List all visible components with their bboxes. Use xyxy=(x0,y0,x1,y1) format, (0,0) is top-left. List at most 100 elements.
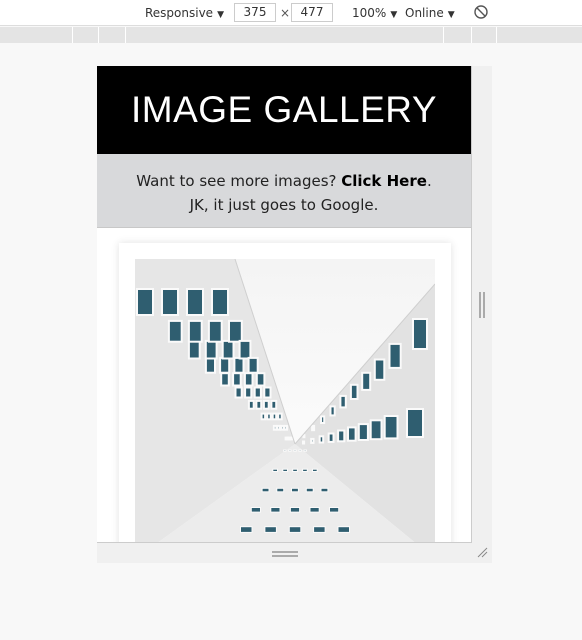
media-query-bar[interactable] xyxy=(0,27,582,43)
window xyxy=(305,487,314,493)
window xyxy=(282,468,289,472)
window xyxy=(318,435,325,444)
media-query-segment[interactable] xyxy=(125,27,126,43)
chevron-down-icon: ▼ xyxy=(447,10,455,20)
window xyxy=(247,356,259,374)
window xyxy=(302,468,308,472)
window xyxy=(292,468,298,472)
media-query-segment[interactable] xyxy=(72,27,73,43)
width-input[interactable]: 375 xyxy=(234,3,276,22)
device-toolbar: Responsive ▼ 375 × 477 100% ▼ Online ▼ xyxy=(0,0,582,26)
height-input[interactable]: 477 xyxy=(291,3,333,22)
window xyxy=(219,356,231,374)
page-title: IMAGE GALLERY xyxy=(130,89,438,130)
window xyxy=(329,507,340,513)
window xyxy=(406,408,424,438)
window xyxy=(255,399,263,410)
window xyxy=(244,386,253,399)
window xyxy=(329,405,336,417)
window xyxy=(311,424,316,432)
window xyxy=(313,526,326,533)
window xyxy=(204,356,217,374)
window xyxy=(272,468,279,472)
window xyxy=(243,372,254,387)
zoom-select-label: 100% xyxy=(352,6,387,20)
window xyxy=(349,383,359,401)
window xyxy=(186,288,204,316)
window xyxy=(383,415,399,440)
window xyxy=(337,429,346,443)
window xyxy=(187,339,201,360)
window xyxy=(339,394,347,409)
network-throttle-label: Online xyxy=(405,6,444,20)
window xyxy=(187,319,203,343)
window xyxy=(161,288,179,316)
window xyxy=(373,358,386,381)
window xyxy=(312,468,318,472)
window xyxy=(298,449,302,452)
window xyxy=(250,507,262,513)
notice-banner: Want to see more images? Click Here. JK,… xyxy=(97,154,471,228)
window xyxy=(361,371,372,391)
window xyxy=(288,449,292,452)
click-here-link[interactable]: Click Here xyxy=(341,172,427,190)
window xyxy=(303,449,307,452)
window xyxy=(412,318,428,350)
rotate-icon[interactable] xyxy=(473,4,489,20)
window xyxy=(337,526,350,533)
window xyxy=(204,339,218,360)
window xyxy=(289,507,301,513)
window xyxy=(347,426,357,442)
window xyxy=(290,436,294,441)
window xyxy=(255,372,266,387)
resize-handle-icon[interactable] xyxy=(476,546,488,558)
window xyxy=(207,319,223,343)
window xyxy=(271,412,278,421)
window xyxy=(276,424,281,431)
media-query-segment[interactable] xyxy=(471,27,472,43)
window xyxy=(232,372,242,387)
media-query-segment[interactable] xyxy=(443,27,444,43)
window xyxy=(276,487,285,493)
window xyxy=(270,507,281,513)
window xyxy=(272,424,278,431)
window xyxy=(234,386,243,399)
window xyxy=(283,449,287,452)
gallery xyxy=(97,228,471,542)
resize-handle-bottom[interactable] xyxy=(272,551,298,557)
window xyxy=(310,437,315,444)
window xyxy=(293,449,297,452)
chevron-down-icon: ▼ xyxy=(390,10,398,20)
zoom-select[interactable]: 100% ▼ xyxy=(352,4,397,22)
window xyxy=(247,399,255,410)
device-select[interactable]: Responsive ▼ xyxy=(145,4,224,22)
window xyxy=(266,412,272,421)
network-throttle-select[interactable]: Online ▼ xyxy=(405,4,455,22)
window xyxy=(263,386,272,399)
window xyxy=(167,319,183,343)
window xyxy=(233,356,245,374)
window xyxy=(302,434,306,439)
window xyxy=(220,372,230,387)
window xyxy=(136,288,154,316)
window xyxy=(228,319,243,343)
media-query-segment[interactable] xyxy=(98,27,99,43)
dimension-separator: × xyxy=(280,6,291,20)
window xyxy=(211,288,229,316)
window xyxy=(264,526,277,533)
page-header: IMAGE GALLERY xyxy=(97,66,471,154)
window xyxy=(320,487,329,493)
window xyxy=(280,424,285,431)
window xyxy=(320,415,326,424)
window xyxy=(388,342,402,369)
chevron-down-icon: ▼ xyxy=(217,10,224,20)
media-query-segment[interactable] xyxy=(496,27,497,43)
window xyxy=(221,339,235,360)
window xyxy=(369,419,383,441)
device-select-label: Responsive xyxy=(145,6,214,20)
window xyxy=(260,412,267,421)
window xyxy=(277,412,283,421)
resize-handle-right[interactable] xyxy=(479,292,485,318)
window xyxy=(262,399,270,410)
building-photo xyxy=(135,259,435,542)
